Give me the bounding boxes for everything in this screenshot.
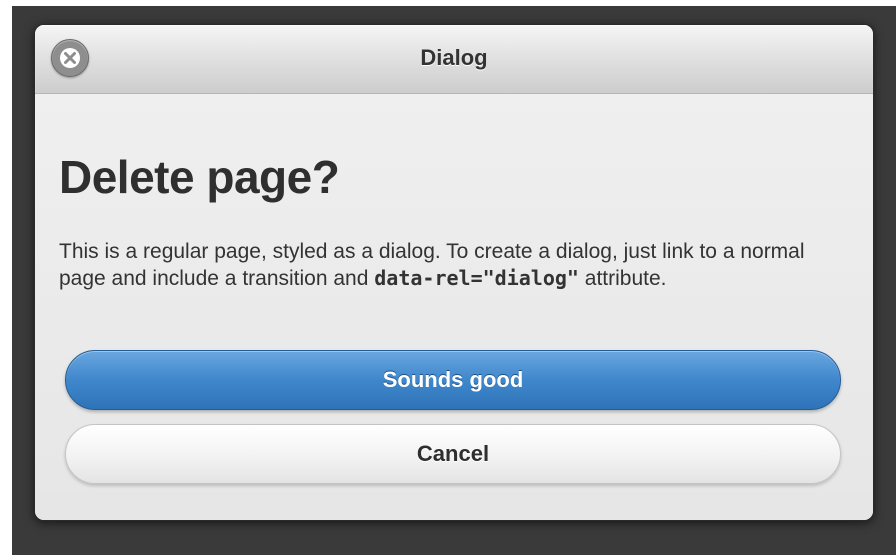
sounds-good-button[interactable]: Sounds good bbox=[65, 350, 841, 410]
description-code: data-rel="dialog" bbox=[374, 266, 579, 290]
dialog-window: Dialog Delete page? This is a regular pa… bbox=[34, 24, 874, 521]
dialog-title: Dialog bbox=[420, 45, 488, 70]
dialog-header: Dialog bbox=[35, 25, 873, 94]
dialog-description: This is a regular page, styled as a dial… bbox=[59, 238, 849, 292]
dialog-body: Delete page? This is a regular page, sty… bbox=[35, 94, 873, 520]
cancel-button[interactable]: Cancel bbox=[65, 424, 841, 484]
description-text-part2: attribute. bbox=[578, 267, 667, 290]
page-heading: Delete page? bbox=[59, 151, 340, 203]
